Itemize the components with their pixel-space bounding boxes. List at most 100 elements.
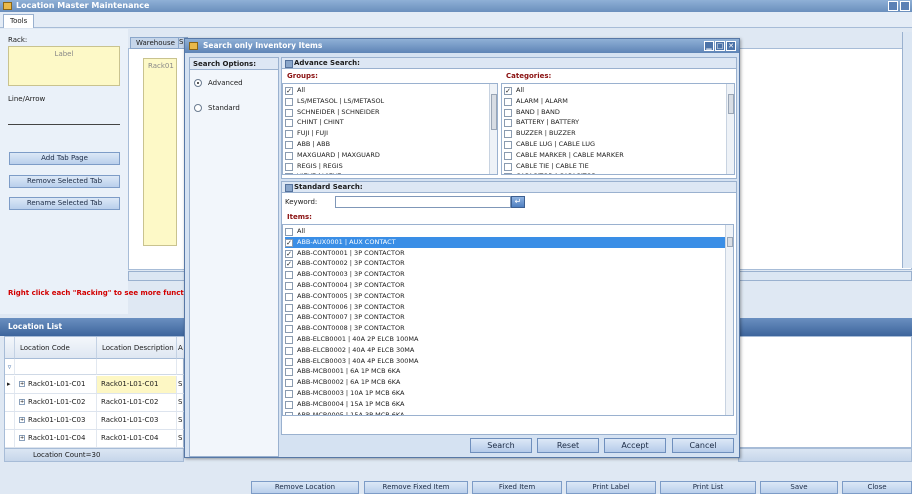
group-checkbox[interactable] (285, 119, 293, 128)
filter-location-description[interactable] (97, 359, 177, 375)
filter-icon[interactable]: ▿ (5, 359, 15, 375)
inventory-item[interactable]: ABB-MCB0001 | 6A 1P MCB 6KA (285, 366, 733, 377)
category-checkbox[interactable] (504, 162, 512, 171)
dialog-close-icon[interactable]: ✕ (726, 41, 736, 51)
groups-list[interactable]: ✓ All LS/METASOL | LS/METASOL SCHNEIDER | S… (282, 83, 498, 175)
standard-radio[interactable] (194, 104, 202, 112)
expand-icon[interactable]: + (19, 435, 25, 441)
accept-button[interactable]: Accept (604, 438, 666, 453)
inventory-checkbox[interactable] (285, 292, 293, 301)
inventory-checkbox[interactable]: ✓ (285, 260, 293, 269)
maximize-icon[interactable] (900, 1, 910, 11)
groups-scroll-thumb[interactable] (491, 94, 497, 130)
category-checkbox[interactable] (504, 173, 512, 174)
inventory-item[interactable]: ABB-ELCB0001 | 40A 2P ELCB 100MA (285, 334, 733, 345)
group-item[interactable]: FUJI | FUJI (285, 128, 497, 139)
category-item[interactable]: CABLE LUG | CABLE LUG (504, 139, 734, 150)
inventory-item[interactable]: ✓ ABB-CONT0002 | 3P CONTACTOR (285, 258, 733, 269)
cell-location-description[interactable]: Rack01-L01-C02 (97, 394, 177, 411)
remove-fixed-item-button[interactable]: Remove Fixed Item (364, 481, 468, 494)
inventory-checkbox[interactable] (285, 379, 293, 388)
inventory-item[interactable]: ABB-CONT0008 | 3P CONTACTOR (285, 323, 733, 334)
canvas-hscrollbar-right[interactable] (738, 271, 912, 281)
cancel-button[interactable]: Cancel (672, 438, 734, 453)
rack-label-preview[interactable]: Label (8, 46, 120, 86)
standard-search-header[interactable]: Standard Search: (281, 181, 737, 193)
add-tab-page-button[interactable]: Add Tab Page (9, 152, 120, 165)
inventory-checkbox[interactable] (285, 303, 293, 312)
remove-selected-tab-button[interactable]: Remove Selected Tab (9, 175, 120, 188)
inventory-item[interactable]: ABB-MCB0005 | 15A 3P MCB 6KA (285, 410, 733, 415)
categories-list[interactable]: ✓ All ALARM | ALARM BAND | BAND BATTERY | BA… (501, 83, 735, 175)
inventory-checkbox[interactable] (285, 228, 293, 236)
print-label-button[interactable]: Print Label (566, 481, 656, 494)
inventory-checkbox[interactable] (285, 411, 293, 415)
inventory-item[interactable]: ABB-ELCB0002 | 40A 4P ELCB 30MA (285, 345, 733, 356)
inventory-item[interactable]: ABB-CONT0006 | 3P CONTACTOR (285, 302, 733, 313)
inventory-item[interactable]: ABB-CONT0004 | 3P CONTACTOR (285, 280, 733, 291)
table-row[interactable]: + Rack01-L01-C04 Rack01-L01-C04 S (5, 430, 185, 448)
group-checkbox[interactable] (285, 130, 293, 139)
save-button[interactable]: Save (760, 481, 838, 494)
keyword-enter-icon[interactable]: ↵ (511, 196, 525, 208)
tab-warehouse[interactable]: Warehouse (130, 37, 181, 49)
filter-location-code[interactable] (15, 359, 97, 375)
category-checkbox[interactable] (504, 151, 512, 160)
group-checkbox[interactable] (285, 108, 293, 117)
fixed-item-button[interactable]: Fixed Item (472, 481, 562, 494)
inventory-checkbox[interactable]: ✓ (285, 238, 293, 247)
category-checkbox[interactable] (504, 130, 512, 139)
reset-button[interactable]: Reset (537, 438, 599, 453)
category-checkbox[interactable]: ✓ (504, 87, 512, 95)
advance-search-header[interactable]: Advance Search: (281, 57, 737, 69)
inventory-item[interactable]: ABB-CONT0005 | 3P CONTACTOR (285, 291, 733, 302)
expand-icon[interactable]: + (19, 399, 25, 405)
col-location-code[interactable]: Location Code (15, 337, 97, 359)
inventory-checkbox[interactable] (285, 390, 293, 398)
cell-location-description[interactable]: Rack01-L01-C03 (97, 412, 177, 429)
line-arrow-tool[interactable] (8, 124, 120, 125)
inventory-checkbox[interactable] (285, 400, 293, 409)
category-item[interactable]: BUZZER | BUZZER (504, 128, 734, 139)
category-checkbox[interactable] (504, 108, 512, 117)
items-scroll-thumb[interactable] (727, 237, 733, 247)
canvas-vscrollbar[interactable] (902, 32, 912, 268)
group-item[interactable]: ✓ All (285, 85, 497, 96)
advanced-radio[interactable] (194, 79, 202, 87)
tab-tools[interactable]: Tools (3, 14, 35, 28)
category-item[interactable]: CAPACITOR | CAPACITOR (504, 171, 734, 174)
category-item[interactable]: CABLE MARKER | CABLE MARKER (504, 150, 734, 161)
category-checkbox[interactable] (504, 97, 512, 106)
cell-location-description[interactable]: Rack01-L01-C01 (97, 376, 177, 393)
group-checkbox[interactable]: ✓ (285, 87, 293, 95)
group-checkbox[interactable] (285, 97, 293, 106)
group-item[interactable]: LS/METASOL | LS/METASOL (285, 96, 497, 107)
group-item[interactable]: MAXGUARD | MAXGUARD (285, 150, 497, 161)
inventory-item[interactable]: ABB-MCB0003 | 10A 1P MCB 6KA (285, 388, 733, 399)
inventory-item[interactable]: ABB-CONT0003 | 3P CONTACTOR (285, 269, 733, 280)
inventory-item[interactable]: ABB-MCB0002 | 6A 1P MCB 6KA (285, 377, 733, 388)
group-item[interactable]: VIEVE | VIEVE (285, 171, 497, 174)
category-item[interactable]: BAND | BAND (504, 107, 734, 118)
group-checkbox[interactable] (285, 141, 293, 149)
expand-icon[interactable]: + (19, 417, 25, 423)
canvas-hscrollbar[interactable] (128, 271, 188, 281)
group-checkbox[interactable] (285, 162, 293, 171)
table-row[interactable]: + Rack01-L01-C03 Rack01-L01-C03 S (5, 412, 185, 430)
inventory-checkbox[interactable] (285, 282, 293, 290)
category-checkbox[interactable] (504, 141, 512, 149)
cell-location-code[interactable]: + Rack01-L01-C02 (15, 394, 97, 411)
inventory-item[interactable]: ABB-CONT0007 | 3P CONTACTOR (285, 312, 733, 323)
print-list-button[interactable]: Print List (660, 481, 756, 494)
inventory-checkbox[interactable] (285, 314, 293, 323)
table-row[interactable]: ▸ + Rack01-L01-C01 Rack01-L01-C01 S (5, 376, 185, 394)
category-item[interactable]: ALARM | ALARM (504, 96, 734, 107)
inventory-checkbox[interactable] (285, 357, 293, 366)
categories-scrollbar[interactable] (726, 84, 734, 174)
group-item[interactable]: ABB | ABB (285, 139, 497, 150)
keyword-input[interactable] (335, 196, 511, 208)
inventory-item[interactable]: ABB-ELCB0003 | 40A 4P ELCB 300MA (285, 356, 733, 367)
inventory-checkbox[interactable] (285, 325, 293, 334)
table-row[interactable]: + Rack01-L01-C02 Rack01-L01-C02 S (5, 394, 185, 412)
standard-radio-label[interactable]: Standard (208, 104, 240, 112)
